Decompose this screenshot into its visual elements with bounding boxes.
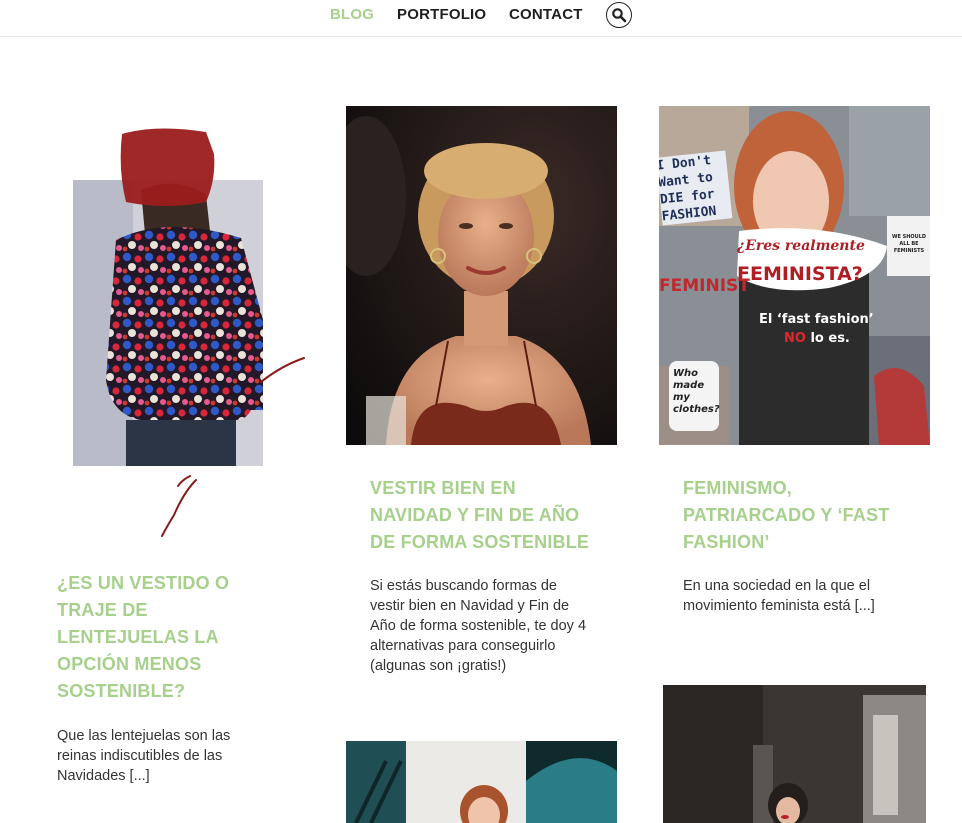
post-excerpt-feminismo: En una sociedad en la que el movimiento … [683,578,875,614]
nav-portfolio[interactable]: PORTFOLIO [397,6,486,23]
collage-line-2-bold: NO [784,331,806,346]
top-navigation: BLOG PORTFOLIO CONTACT [0,0,962,37]
post-title-feminismo[interactable]: FEMINISMO, PATRIARCADO Y ‘FAST FASHION’ [683,475,908,556]
post-excerpt-navidad: Si estás buscando formas de vestir bien … [370,578,587,674]
collage-sign: I Don't Want to DIE for FASHION [659,150,733,226]
collage-mug: Who made my clothes? [673,368,720,415]
search-icon [612,8,627,23]
collage-line-2-rest: lo es. [810,331,850,346]
post-image-4[interactable] [346,741,617,823]
collage-side: FEMINIST [659,276,750,296]
post-title-sequins[interactable]: ¿ES UN VESTIDO O TRAJE DE LENTEJUELAS LA… [57,570,272,705]
collage-question-1: ¿Eres realmente [737,238,865,254]
post-image-sequins[interactable] [56,120,316,545]
post-image-feminismo[interactable]: I Don't Want to DIE for FASHION ¿Eres re… [659,106,930,445]
search-button[interactable] [606,2,632,28]
collage-tee: WE SHOULD ALL BE FEMINISTS [891,234,927,254]
collage-line-1: El ‘fast fashion’ [759,312,874,327]
collage-question-2: FEMINISTA? [737,263,863,285]
nav-contact[interactable]: CONTACT [509,6,583,23]
nav-blog[interactable]: BLOG [330,6,374,23]
post-excerpt-sequins: Que las lentejuelas son las reinas indis… [57,728,231,784]
post-title-navidad[interactable]: VESTIR BIEN EN NAVIDAD Y FIN DE AÑO DE F… [370,475,600,556]
post-image-navidad[interactable] [346,106,617,445]
collage-line-2: NO lo es. [784,331,850,346]
post-image-5[interactable] [663,685,926,823]
